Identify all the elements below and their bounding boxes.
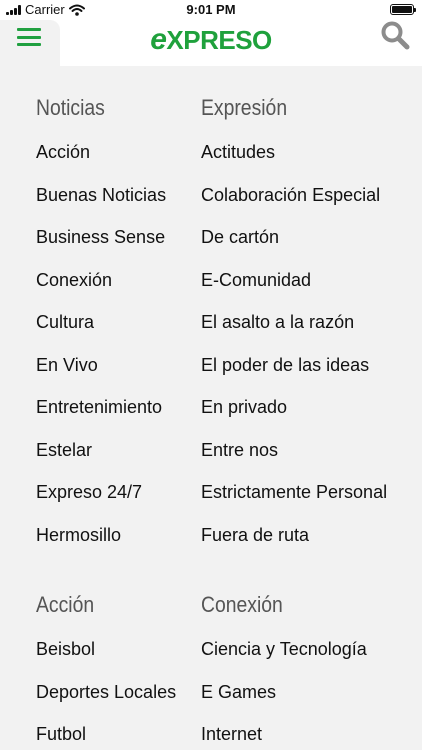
menu-item[interactable]: Fuera de ruta: [201, 525, 309, 546]
status-right: [390, 4, 416, 15]
menu-item[interactable]: En Vivo: [36, 355, 98, 376]
menu-content: Noticias Acción Buenas Noticias Business Se…: [0, 66, 422, 750]
menu-item[interactable]: Ciencia y Tecnología: [201, 639, 367, 660]
status-bar: Carrier 9:01 PM: [0, 0, 422, 20]
menu-item[interactable]: Internet: [201, 724, 262, 745]
menu-item[interactable]: El poder de las ideas: [201, 355, 369, 376]
menu-item[interactable]: Beisbol: [36, 639, 95, 660]
menu-item[interactable]: Estrictamente Personal: [201, 482, 387, 503]
menu-item[interactable]: Expreso 24/7: [36, 482, 142, 503]
menu-item[interactable]: Conexión: [36, 270, 112, 291]
menu-item[interactable]: E Games: [201, 682, 276, 703]
menu-item[interactable]: Hermosillo: [36, 525, 121, 546]
menu-item[interactable]: Acción: [36, 142, 90, 163]
menu-item[interactable]: De cartón: [201, 227, 279, 248]
section-heading[interactable]: Noticias: [36, 95, 105, 121]
menu-item[interactable]: Entretenimiento: [36, 397, 162, 418]
section-heading[interactable]: Conexión: [201, 592, 283, 618]
menu-item[interactable]: Futbol: [36, 724, 86, 745]
menu-item[interactable]: Buenas Noticias: [36, 185, 166, 206]
logo-initial: e: [150, 23, 167, 56]
battery-icon: [390, 4, 416, 15]
menu-item[interactable]: Cultura: [36, 312, 94, 333]
menu-item[interactable]: Deportes Locales: [36, 682, 176, 703]
menu-item[interactable]: Entre nos: [201, 440, 278, 461]
menu-item[interactable]: El asalto a la razón: [201, 312, 354, 333]
section-heading[interactable]: Acción: [36, 592, 94, 618]
menu-item[interactable]: Colaboración Especial: [201, 185, 380, 206]
menu-item[interactable]: Estelar: [36, 440, 92, 461]
section-heading[interactable]: Expresión: [201, 95, 287, 121]
menu-item[interactable]: Business Sense: [36, 227, 165, 248]
status-time: 9:01 PM: [186, 2, 236, 17]
menu-item[interactable]: E-Comunidad: [201, 270, 311, 291]
expreso-logo[interactable]: eXPRESO: [0, 23, 422, 57]
nav-bar: eXPRESO: [0, 20, 422, 66]
search-icon[interactable]: [380, 20, 410, 50]
menu-item[interactable]: En privado: [201, 397, 287, 418]
logo-rest: XPRESO: [166, 25, 272, 55]
menu-item[interactable]: Actitudes: [201, 142, 275, 163]
